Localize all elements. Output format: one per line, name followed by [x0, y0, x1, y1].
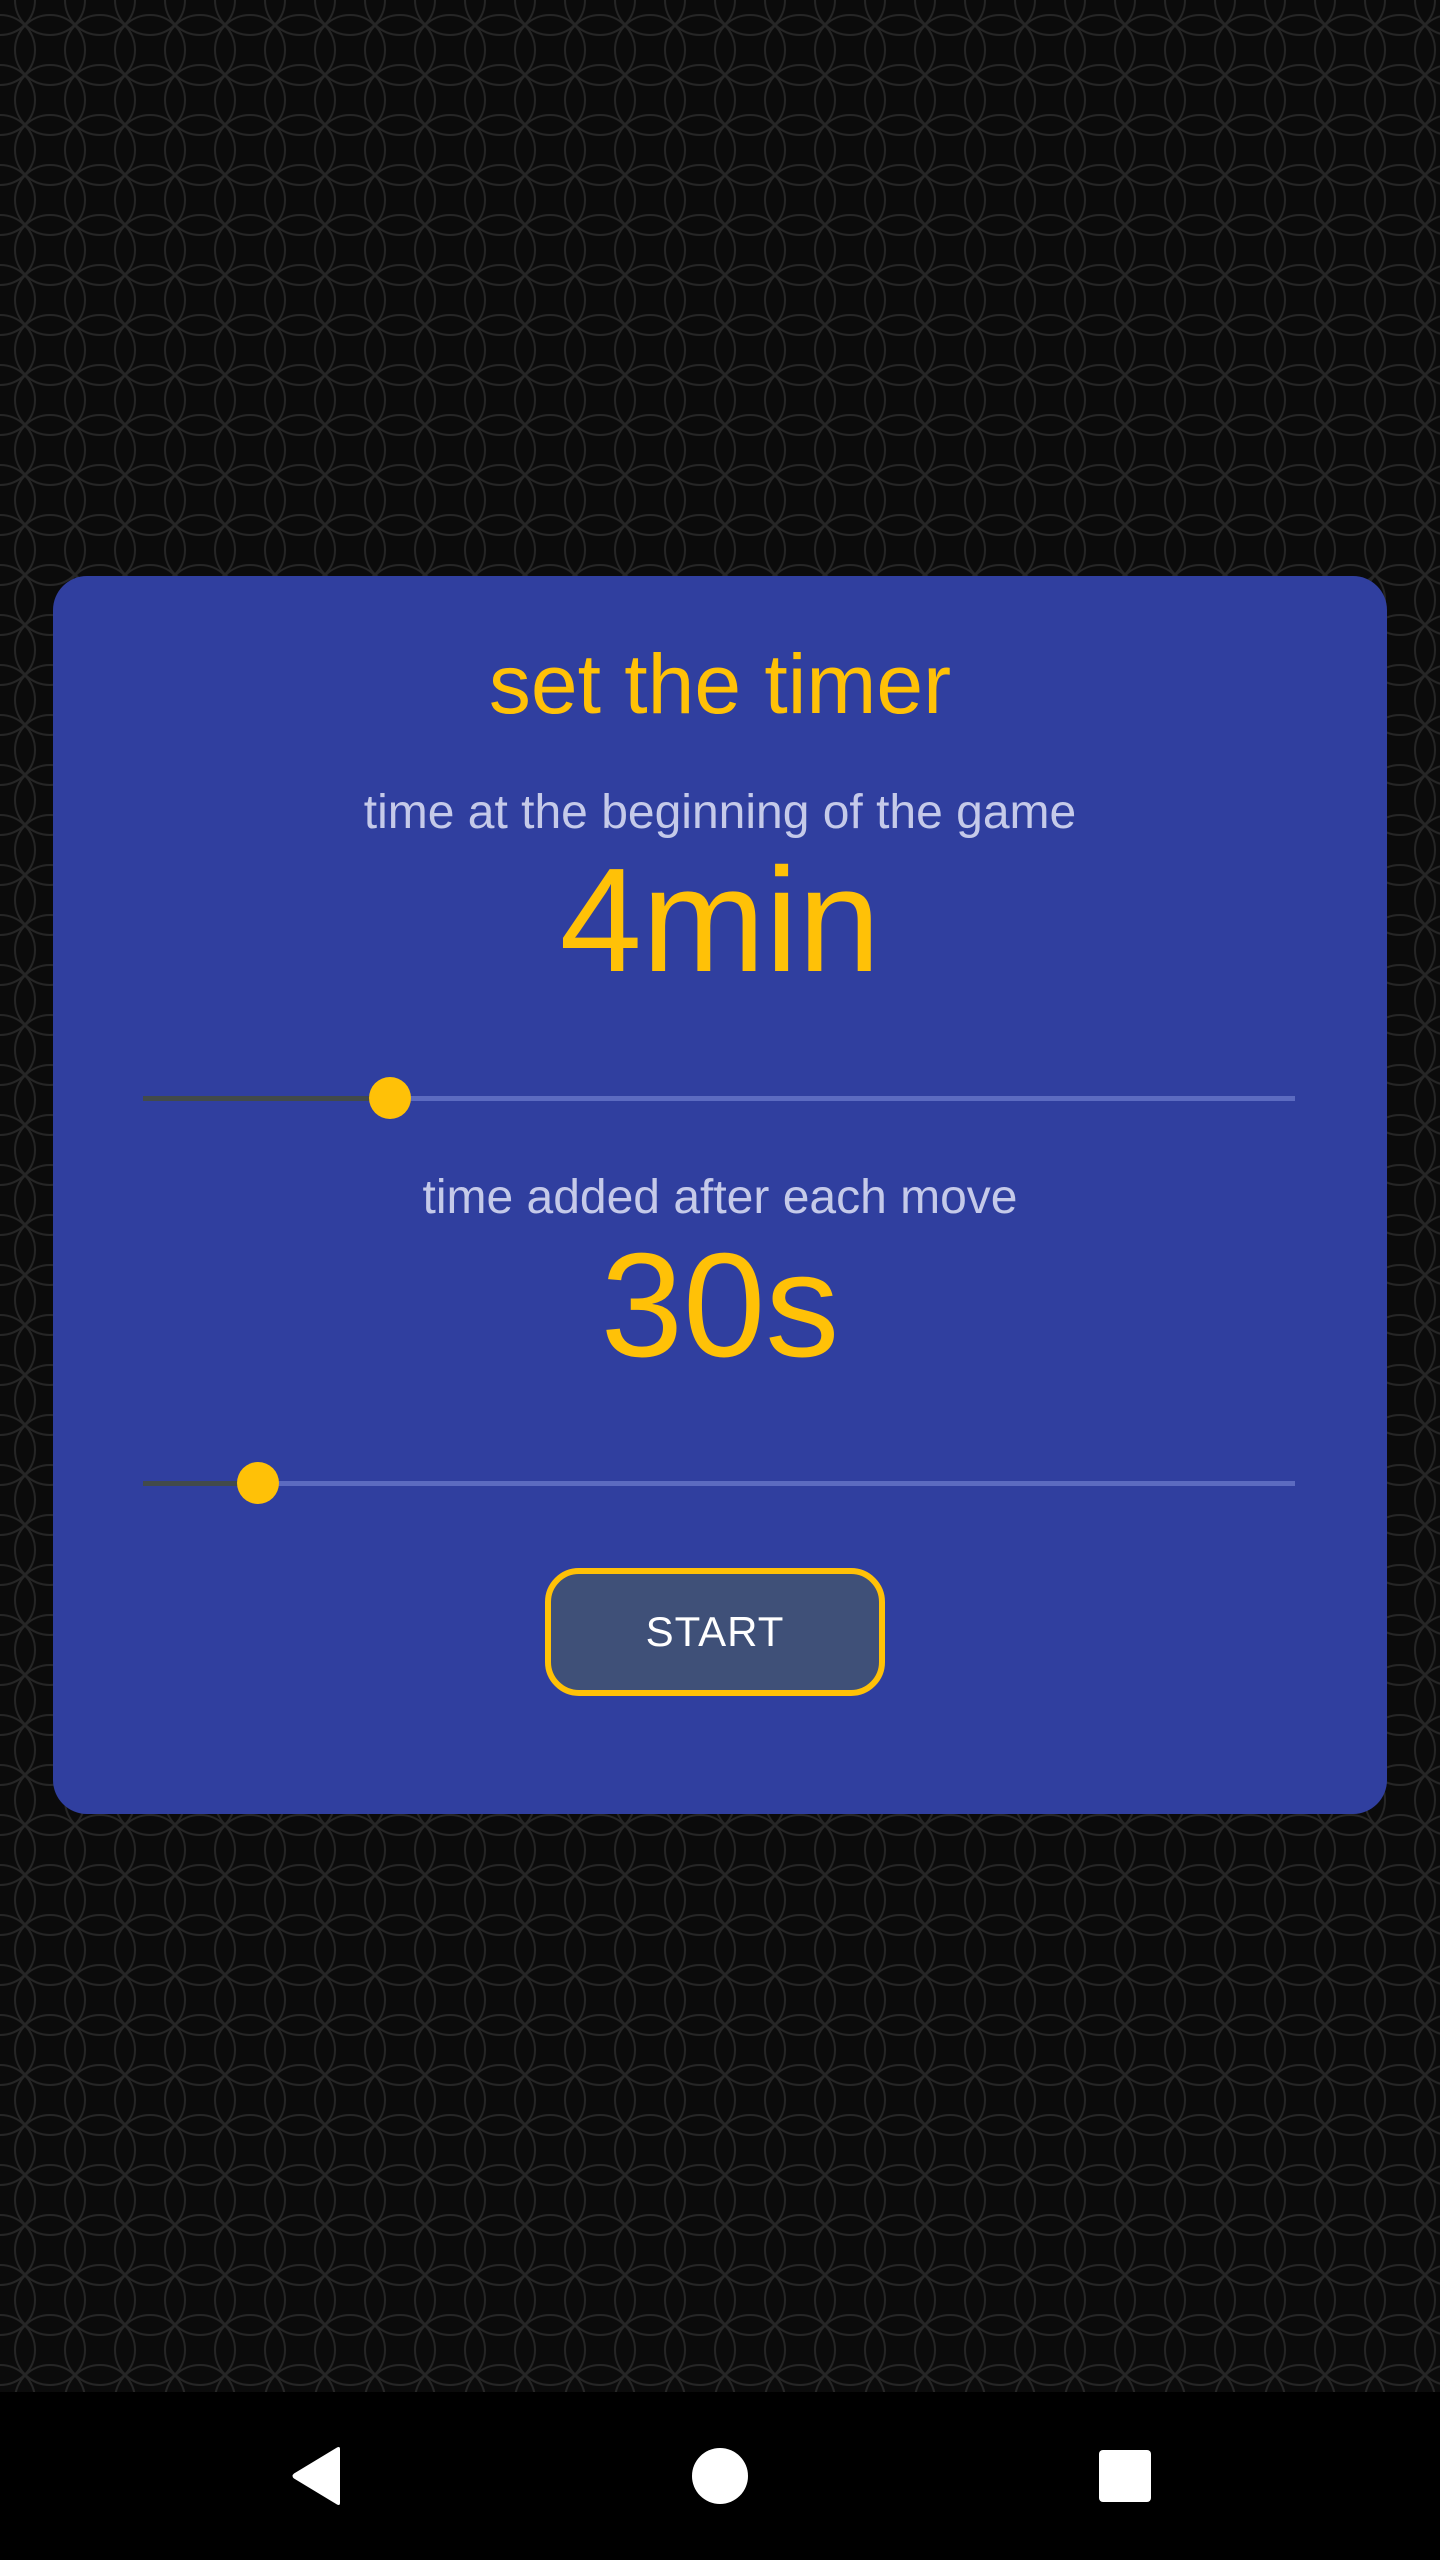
nav-recents-button[interactable]: [1065, 2416, 1185, 2536]
timer-settings-card: set the timer time at the beginning of t…: [53, 576, 1387, 1814]
app-screen: set the timer time at the beginning of t…: [0, 0, 1440, 2392]
slider-thumb[interactable]: [237, 1462, 279, 1504]
square-recents-icon: [1099, 2450, 1151, 2502]
start-button[interactable]: START: [545, 1568, 885, 1696]
card-title: set the timer: [488, 637, 952, 731]
initial-time-slider[interactable]: [143, 1068, 1295, 1128]
circle-home-icon: [692, 2448, 748, 2504]
initial-time-label: time at the beginning of the game: [363, 786, 1077, 839]
increment-label: time added after each move: [422, 1171, 1018, 1224]
initial-time-value: 4min: [559, 838, 881, 1003]
increment-slider[interactable]: [143, 1453, 1295, 1513]
triangle-back-icon: [292, 2447, 340, 2505]
nav-home-button[interactable]: [660, 2416, 780, 2536]
increment-value: 30s: [600, 1223, 840, 1388]
slider-fill: [143, 1096, 390, 1101]
slider-thumb[interactable]: [369, 1077, 411, 1119]
system-nav-bar: [0, 2392, 1440, 2560]
slider-track: [143, 1481, 1295, 1486]
nav-back-button[interactable]: [256, 2416, 376, 2536]
